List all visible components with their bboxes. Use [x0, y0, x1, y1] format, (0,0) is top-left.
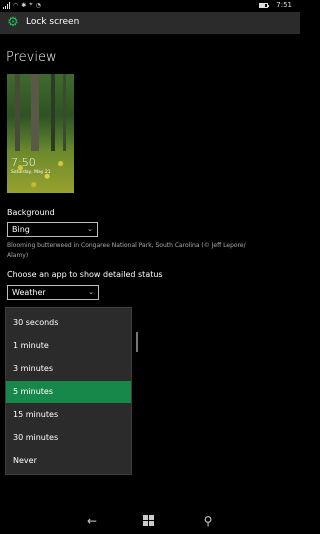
scrollbar[interactable]	[136, 332, 138, 352]
signal-icon	[3, 1, 10, 9]
background-label: Background	[7, 208, 55, 217]
preview-heading: Preview	[6, 50, 57, 65]
battery-icon	[259, 2, 270, 8]
option-3-minutes[interactable]: 3 minutes	[6, 358, 131, 380]
gear-icon: ⚙	[7, 15, 19, 30]
option-30-minutes[interactable]: 30 minutes	[6, 427, 131, 449]
preview-date: Saturday, May 21	[11, 170, 51, 175]
page-header: ⚙ Lock screen	[0, 12, 300, 34]
lock-screen-preview: 7:50 Saturday, May 21	[7, 74, 74, 193]
status-time: 7:51	[276, 1, 292, 9]
search-icon[interactable]: ⚲	[201, 514, 215, 528]
option-1-minute[interactable]: 1 minute	[6, 335, 131, 357]
option-never[interactable]: Never	[6, 450, 131, 472]
bluetooth-icon: ✱	[21, 1, 27, 9]
detailed-status-value: Weather	[12, 288, 46, 297]
option-5-minutes[interactable]: 5 minutes	[6, 381, 131, 403]
detailed-status-label: Choose an app to show detailed status	[7, 270, 163, 279]
option-30-seconds[interactable]: 30 seconds	[6, 312, 131, 334]
navigation-bar: ← ⚲	[0, 508, 300, 534]
page-title: Lock screen	[26, 17, 80, 27]
location-icon: ⌖	[29, 1, 33, 8]
wifi-icon: ◠	[13, 1, 19, 9]
back-icon[interactable]: ←	[85, 514, 99, 528]
background-select[interactable]: Bing ⌄	[7, 222, 98, 237]
chevron-down-icon: ⌄	[87, 225, 93, 233]
windows-icon[interactable]	[143, 515, 154, 526]
chevron-down-icon: ⌄	[88, 288, 94, 296]
background-select-value: Bing	[12, 225, 30, 234]
background-caption: Blooming butterweed in Congaree National…	[7, 242, 246, 259]
option-15-minutes[interactable]: 15 minutes	[6, 404, 131, 426]
alarm-icon: ◔	[35, 1, 41, 9]
status-bar: ◠ ✱ ⌖ ◔ 7:51	[0, 0, 300, 12]
preview-time: 7:50	[11, 156, 36, 169]
timeout-dropdown: 30 seconds 1 minute 3 minutes 5 minutes …	[5, 307, 132, 475]
detailed-status-select[interactable]: Weather ⌄	[7, 285, 99, 300]
